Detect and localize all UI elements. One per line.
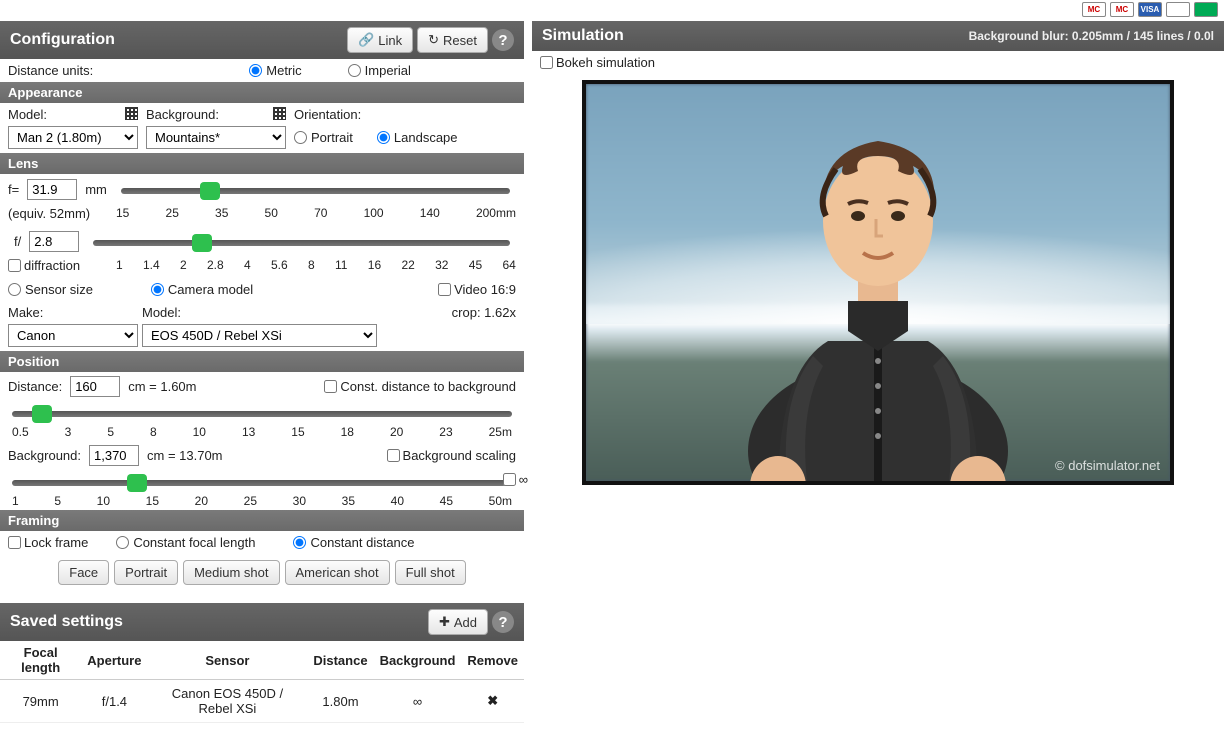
distance-label: Distance: (8, 379, 62, 394)
focal-equiv: (equiv. 52mm) (8, 206, 108, 221)
camera-model-radio[interactable] (151, 283, 164, 296)
help-icon[interactable]: ? (492, 29, 514, 51)
sim-status-text: Background blur: 0.205mm / 145 lines / 0… (969, 29, 1214, 43)
payment-card-visa: VISA (1138, 2, 1162, 17)
link-button[interactable]: 🔗 Link (347, 27, 413, 53)
remove-icon[interactable]: ✖ (487, 693, 498, 708)
distance-slider[interactable] (12, 405, 512, 423)
camera-model-select[interactable]: EOS 450D / Rebel XSi (142, 324, 377, 347)
model-grid-icon[interactable] (125, 107, 138, 120)
model-select[interactable]: Man 2 (1.80m) (8, 126, 138, 149)
bg-distance-slider[interactable]: ∞ (12, 474, 512, 492)
focal-prefix: f= (8, 182, 19, 197)
bg-grid-icon[interactable] (273, 107, 286, 120)
add-saved-button[interactable]: ✚ Add (428, 609, 488, 635)
const-dist-bg-checkbox[interactable] (324, 380, 337, 393)
reset-button[interactable]: ↻ Reset (417, 27, 488, 53)
focal-length-input[interactable] (27, 179, 77, 200)
table-row: 79mmf/1.4Canon EOS 450D / Rebel XSi1.80m… (0, 680, 524, 723)
bg-infinity-checkbox[interactable] (503, 473, 516, 486)
framing-portrait-button[interactable]: Portrait (114, 560, 178, 585)
character-model (718, 101, 1038, 485)
crop-factor: crop: 1.62x (452, 305, 516, 320)
payment-card-mc: MC (1082, 2, 1106, 17)
bg-scaling-checkbox[interactable] (387, 449, 400, 462)
orientation-landscape-radio[interactable] (377, 131, 390, 144)
watermark-text: © dofsimulator.net (1055, 458, 1160, 473)
aperture-prefix: f/ (14, 234, 21, 249)
sensor-size-radio[interactable] (8, 283, 21, 296)
appearance-section: Appearance (0, 82, 524, 103)
framing-medium-shot-button[interactable]: Medium shot (183, 560, 279, 585)
aperture-input[interactable] (29, 231, 79, 252)
bg-distance-input[interactable] (89, 445, 139, 466)
configuration-header: Configuration 🔗 Link ↻ Reset ? (0, 21, 524, 59)
orientation-portrait-radio[interactable] (294, 131, 307, 144)
const-fl-radio[interactable] (116, 536, 129, 549)
saved-settings-table: Focal lengthApertureSensorDistanceBackgr… (0, 641, 524, 723)
lens-section: Lens (0, 153, 524, 174)
const-dist-radio[interactable] (293, 536, 306, 549)
payment-card-other1 (1166, 2, 1190, 17)
focal-length-slider[interactable] (121, 182, 510, 200)
framing-face-button[interactable]: Face (58, 560, 109, 585)
simulation-header: Simulation Background blur: 0.205mm / 14… (532, 21, 1224, 51)
position-section: Position (0, 351, 524, 372)
payment-card-mc2: MC (1110, 2, 1134, 17)
model-label: Model: (8, 107, 47, 122)
diffraction-checkbox[interactable] (8, 259, 21, 272)
bg-label: Background: (146, 107, 219, 122)
payment-card-other2 (1194, 2, 1218, 17)
config-title: Configuration (10, 31, 115, 49)
units-metric-radio[interactable] (249, 64, 262, 77)
saved-settings-header: Saved settings ✚ Add ? (0, 603, 524, 641)
units-imperial-radio[interactable] (348, 64, 361, 77)
aperture-slider[interactable] (93, 234, 510, 252)
distance-units-label: Distance units: (8, 63, 93, 78)
distance-input[interactable] (70, 376, 120, 397)
lock-frame-checkbox[interactable] (8, 536, 21, 549)
framing-section: Framing (0, 510, 524, 531)
background-select[interactable]: Mountains* (146, 126, 286, 149)
video-169-checkbox[interactable] (438, 283, 451, 296)
bg-distance-label: Background: (8, 448, 81, 463)
orientation-label: Orientation: (294, 107, 361, 122)
framing-full-shot-button[interactable]: Full shot (395, 560, 466, 585)
simulation-canvas: © dofsimulator.net (582, 80, 1174, 485)
bokeh-sim-checkbox[interactable] (540, 56, 553, 69)
make-select[interactable]: Canon (8, 324, 138, 347)
framing-american-shot-button[interactable]: American shot (285, 560, 390, 585)
